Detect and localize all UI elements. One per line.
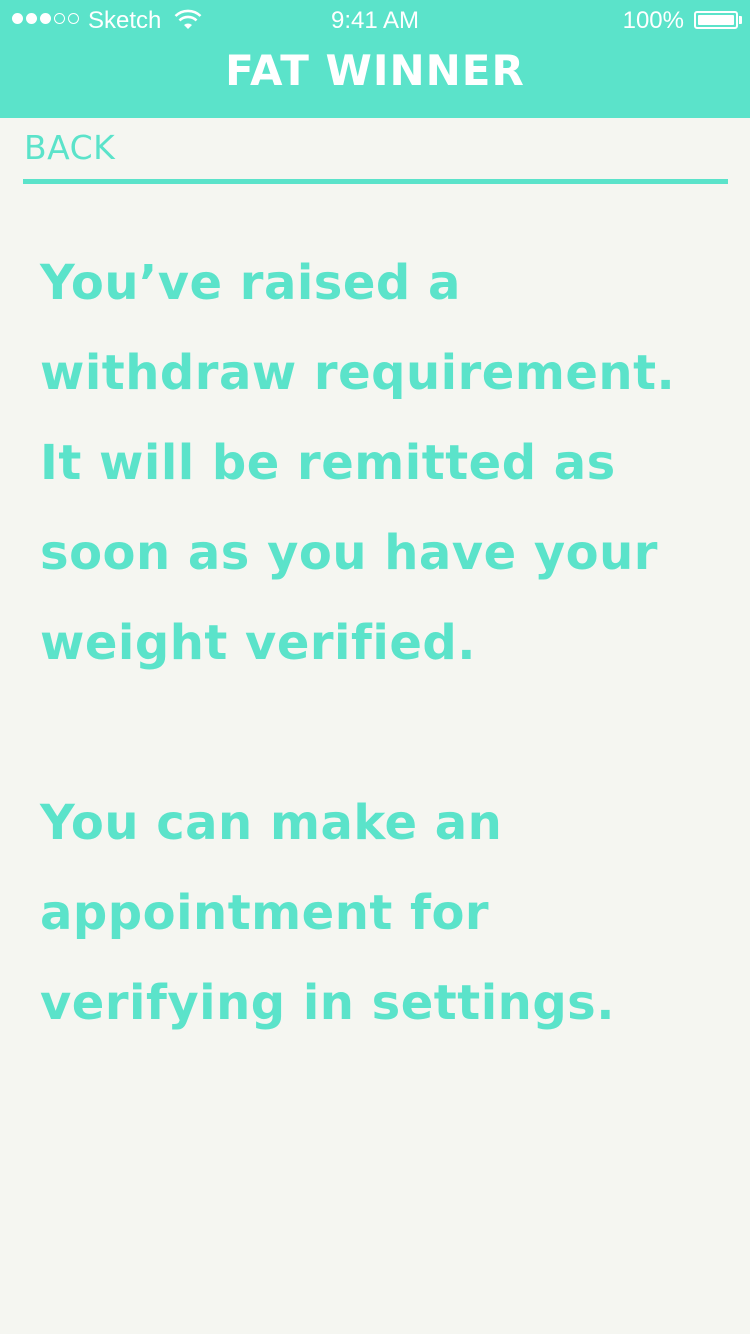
- battery-icon: [694, 11, 738, 29]
- message-paragraph-appointment: You can make an appointment for verifyin…: [40, 795, 615, 1031]
- confirmation-message: You’ve raised a withdraw requirement. It…: [40, 238, 710, 1048]
- page-title: FAT WINNER: [225, 46, 525, 95]
- battery-percentage: 100%: [622, 7, 684, 34]
- status-bar: Sketch 9:41 AM 100%: [0, 0, 750, 40]
- divider: [23, 179, 728, 184]
- battery-cap: [739, 16, 742, 24]
- message-paragraph-withdraw: You’ve raised a withdraw requirement. It…: [40, 255, 676, 671]
- header-bar: Sketch 9:41 AM 100% FAT WINNER: [0, 0, 750, 118]
- back-button[interactable]: BACK: [24, 128, 115, 167]
